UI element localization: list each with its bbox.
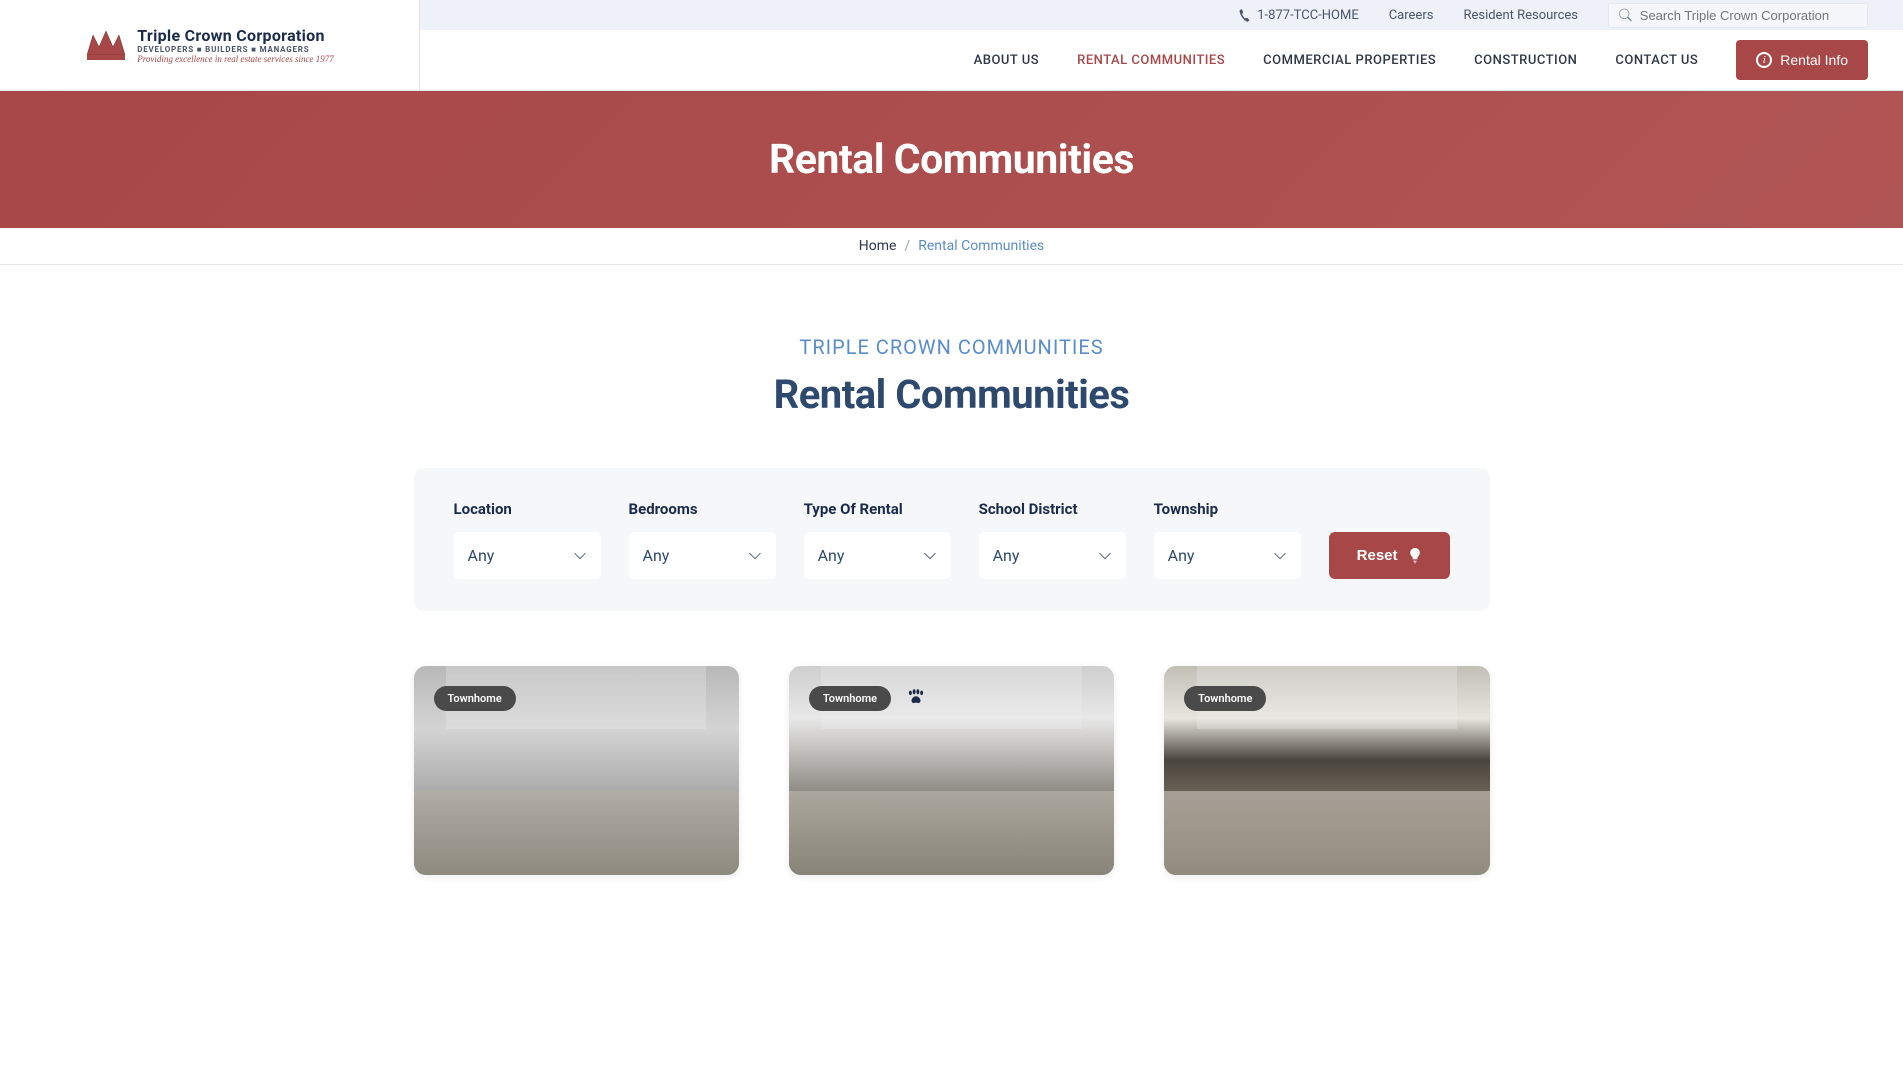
- section-eyebrow: TRIPLE CROWN COMMUNITIES: [414, 335, 1490, 359]
- filter-township-label: Township: [1154, 500, 1301, 518]
- property-type-badge: Townhome: [809, 686, 891, 711]
- search-icon: [1619, 8, 1632, 22]
- filter-bedrooms-select[interactable]: Any: [629, 532, 776, 579]
- breadcrumb-current: Rental Communities: [918, 238, 1044, 254]
- property-cards: Townhome Townhome Townhome: [414, 666, 1490, 875]
- filter-bedrooms-value: Any: [643, 546, 670, 565]
- filter-type-value: Any: [818, 546, 845, 565]
- chevron-down-icon: [923, 549, 937, 563]
- chevron-down-icon: [748, 549, 762, 563]
- breadcrumb-sep: /: [904, 238, 910, 254]
- property-card[interactable]: Townhome: [414, 666, 739, 875]
- filter-type-label: Type Of Rental: [804, 500, 951, 518]
- search-box[interactable]: [1608, 3, 1868, 28]
- property-card[interactable]: Townhome: [1164, 666, 1489, 875]
- logo-subtitle: DEVELOPERS ■ BUILDERS ■ MANAGERS: [137, 45, 334, 54]
- filter-location-select[interactable]: Any: [454, 532, 601, 579]
- resident-resources-link[interactable]: Resident Resources: [1463, 8, 1578, 23]
- chevron-down-icon: [573, 549, 587, 563]
- filter-type-select[interactable]: Any: [804, 532, 951, 579]
- phone-link[interactable]: 1-877-TCC-HOME: [1238, 8, 1358, 23]
- rental-info-label: Rental Info: [1780, 52, 1848, 68]
- careers-link[interactable]: Careers: [1389, 8, 1434, 23]
- crown-logo-icon: [85, 27, 127, 63]
- logo: Triple Crown Corporation DEVELOPERS ■ BU…: [85, 26, 334, 64]
- chevron-down-icon: [1098, 549, 1112, 563]
- property-image: Townhome: [414, 666, 739, 875]
- filter-school-label: School District: [979, 500, 1126, 518]
- search-input[interactable]: [1640, 8, 1857, 23]
- hero: Rental Communities: [0, 91, 1903, 228]
- breadcrumb-home[interactable]: Home: [859, 238, 897, 254]
- hero-title: Rental Communities: [769, 136, 1134, 184]
- property-image: Townhome: [789, 666, 1114, 875]
- phone-number: 1-877-TCC-HOME: [1257, 8, 1358, 23]
- property-card[interactable]: Townhome: [789, 666, 1114, 875]
- filter-box: Location Any Bedrooms Any Type Of Rental…: [414, 468, 1490, 611]
- filter-location-value: Any: [468, 546, 495, 565]
- filter-bedrooms-label: Bedrooms: [629, 500, 776, 518]
- property-type-badge: Townhome: [434, 686, 516, 711]
- bulb-icon: [1408, 548, 1422, 564]
- chevron-down-icon: [1273, 549, 1287, 563]
- reset-label: Reset: [1357, 547, 1398, 564]
- reset-button[interactable]: Reset: [1329, 532, 1450, 579]
- phone-icon: [1237, 7, 1252, 22]
- filter-location-label: Location: [454, 500, 601, 518]
- property-type-badge: Townhome: [1184, 686, 1266, 711]
- breadcrumb: Home / Rental Communities: [0, 228, 1903, 265]
- nav-rental-communities[interactable]: RENTAL COMMUNITIES: [1077, 53, 1225, 68]
- paw-icon: [907, 688, 925, 706]
- filter-township-value: Any: [1168, 546, 1195, 565]
- filter-township-select[interactable]: Any: [1154, 532, 1301, 579]
- nav-contact[interactable]: CONTACT US: [1615, 53, 1698, 68]
- main-nav: ABOUT US RENTAL COMMUNITIES COMMERCIAL P…: [420, 30, 1903, 90]
- property-image: Townhome: [1164, 666, 1489, 875]
- logo-cell[interactable]: Triple Crown Corporation DEVELOPERS ■ BU…: [0, 0, 420, 90]
- nav-construction[interactable]: CONSTRUCTION: [1474, 53, 1577, 68]
- rental-info-button[interactable]: i Rental Info: [1736, 40, 1868, 80]
- nav-about[interactable]: ABOUT US: [974, 53, 1040, 68]
- filter-school-select[interactable]: Any: [979, 532, 1126, 579]
- filter-school-value: Any: [993, 546, 1020, 565]
- info-icon: i: [1756, 52, 1772, 68]
- nav-commercial[interactable]: COMMERCIAL PROPERTIES: [1263, 53, 1436, 68]
- logo-tagline: Providing excellence in real estate serv…: [137, 54, 334, 64]
- logo-name: Triple Crown Corporation: [137, 26, 334, 45]
- section-title: Rental Communities: [414, 371, 1490, 418]
